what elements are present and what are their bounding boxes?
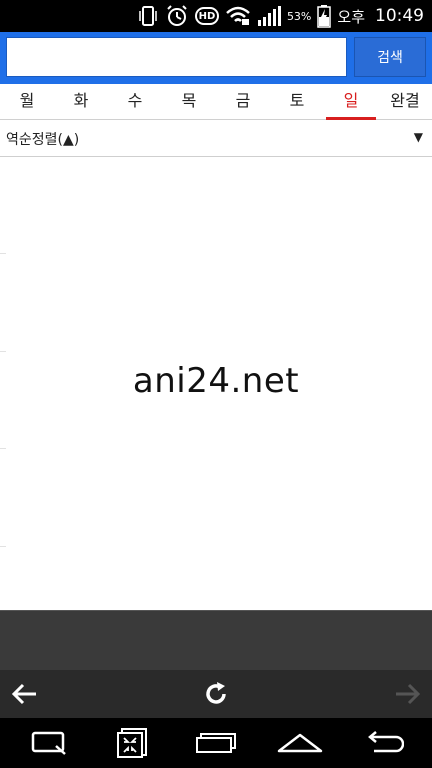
capture-icon [117,728,147,758]
time-period: 오후 [337,7,365,26]
tab-friday[interactable]: 금 [216,84,270,119]
content-area: ani24.net [0,157,432,610]
status-icons: HD 53% 오후 10:49 [137,0,424,32]
divider [0,448,6,449]
chevron-down-icon: ▼ [413,130,423,144]
sort-dropdown[interactable]: 역순정렬(▲) ▼ [0,120,432,157]
system-back-button[interactable] [352,718,412,768]
back-arrow-icon [11,683,36,705]
alarm-icon [167,5,187,26]
system-nav-bar [0,718,432,768]
tab-tuesday[interactable]: 화 [54,84,108,119]
wifi-icon [226,6,250,25]
tab-wednesday[interactable]: 수 [108,84,162,119]
tab-sunday[interactable]: 일 [324,84,378,120]
search-input[interactable] [6,37,347,77]
forward-button[interactable] [382,670,432,718]
divider [0,546,6,547]
status-bar: HD 53% 오후 10:49 [0,0,432,32]
recent-apps-button[interactable] [186,718,246,768]
search-button[interactable]: 검색 [354,37,426,77]
clock: 10:49 [375,6,424,26]
divider [0,351,6,352]
tab-monday[interactable]: 월 [0,84,54,119]
day-tabs: 월 화 수 목 금 토 일 완결 [0,84,432,120]
tab-saturday[interactable]: 토 [270,84,324,119]
tab-thursday[interactable]: 목 [162,84,216,119]
battery-percent: 53% [286,9,312,23]
signal-icon [257,6,281,26]
forward-arrow-icon [396,683,421,705]
hd-call-icon: HD [194,7,219,25]
home-button[interactable] [270,718,330,768]
qslide-icon [31,731,66,755]
capture-button[interactable] [102,718,162,768]
site-watermark: ani24.net [132,361,300,401]
back-icon [368,731,404,753]
sort-label: 역순정렬(▲) [6,132,80,148]
recent-apps-icon [196,733,236,753]
divider [0,253,6,254]
battery-charging-icon [317,5,332,28]
refresh-icon [206,682,226,704]
ad-banner-area [0,610,432,670]
tab-completed[interactable]: 완결 [378,84,432,119]
refresh-button[interactable] [191,670,241,718]
home-icon [277,733,323,753]
back-button[interactable] [0,670,50,718]
qslide-button[interactable] [19,718,79,768]
browser-nav-bar [0,670,432,718]
phone-vibrate-icon [139,6,157,26]
search-bar: 검색 [0,32,432,84]
